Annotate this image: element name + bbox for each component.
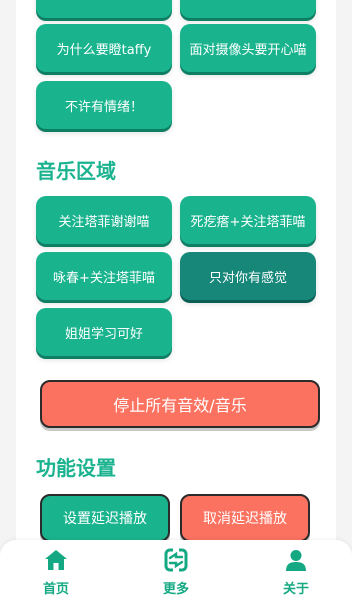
user-icon	[282, 546, 310, 574]
nav-about[interactable]: 关于	[266, 546, 326, 600]
more-icon	[162, 546, 190, 574]
set-delay-button[interactable]: 设置延迟播放	[40, 494, 170, 542]
nav-home-label: 首页	[42, 582, 69, 597]
nav-about-label: 关于	[282, 582, 309, 597]
bottom-nav: 首页 更多 关于	[0, 540, 352, 602]
music-section-title: 音乐区域	[36, 159, 116, 183]
home-icon	[42, 546, 70, 574]
sound-button-camera-smile[interactable]: 面对摄像头要开心喵	[180, 24, 316, 72]
music-button-only-feel-you[interactable]: 只对你有感觉	[180, 252, 316, 300]
nav-home[interactable]: 首页	[26, 546, 86, 600]
cancel-delay-button[interactable]: 取消延迟播放	[180, 494, 310, 542]
music-button-dead-follow[interactable]: 死疙瘩+关注塔菲喵	[180, 196, 316, 244]
nav-more[interactable]: 更多	[146, 546, 206, 600]
stop-all-button[interactable]: 停止所有音效/音乐	[40, 380, 320, 428]
function-section-title: 功能设置	[36, 456, 116, 480]
sound-button-why-taffy[interactable]: 为什么要瞪taffy	[36, 24, 172, 72]
sound-button-cut-left[interactable]	[36, 0, 172, 18]
music-button-follow-thanks[interactable]: 关注塔菲谢谢喵	[36, 196, 172, 244]
nav-more-label: 更多	[162, 582, 189, 597]
sound-button-no-emotion[interactable]: 不许有情绪！	[36, 81, 172, 129]
sound-button-cut-right[interactable]	[180, 0, 316, 18]
music-button-yongchun-follow[interactable]: 咏春+关注塔菲喵	[36, 252, 172, 300]
music-button-sister-study[interactable]: 姐姐学习可好	[36, 308, 172, 356]
